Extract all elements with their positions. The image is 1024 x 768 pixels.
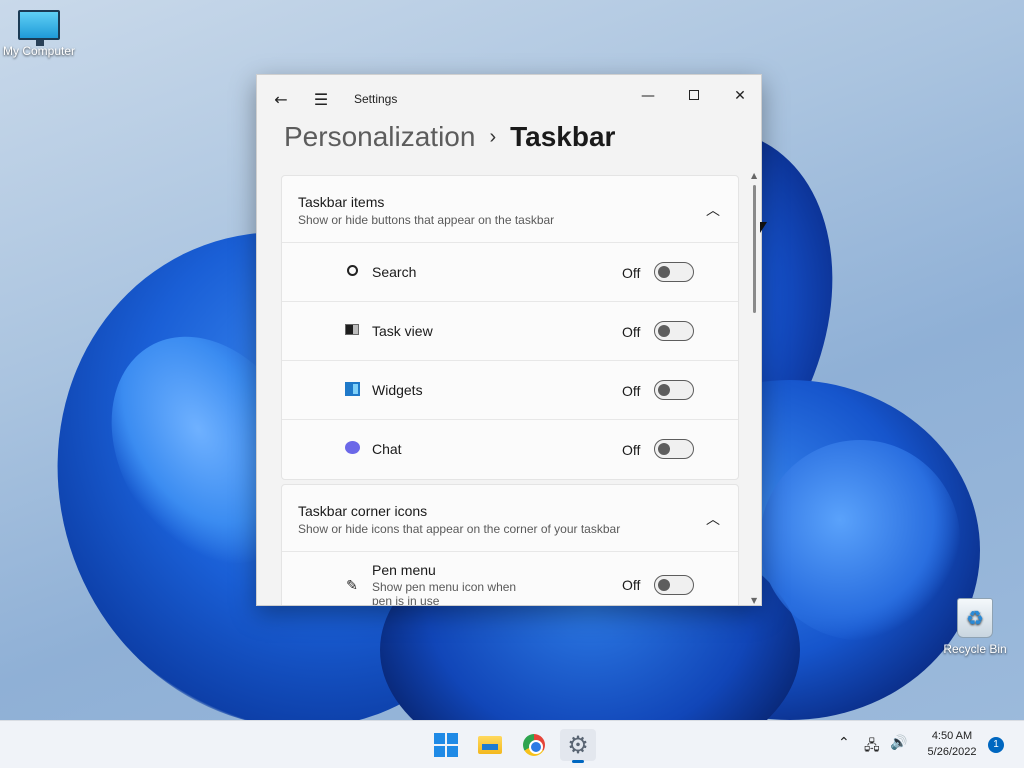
monitor-icon (18, 10, 60, 46)
breadcrumb: Personalization › Taskbar (284, 121, 615, 153)
chat-icon (344, 441, 360, 457)
chat-toggle[interactable] (654, 439, 694, 459)
maximize-icon (689, 90, 699, 100)
setting-description: Show pen menu icon when pen is in use (372, 580, 517, 606)
chevron-up-icon[interactable]: ︿ (706, 200, 720, 220)
page-title: Taskbar (510, 121, 616, 152)
section-taskbar-items: Taskbar items Show or hide buttons that … (281, 175, 739, 480)
desktop-icon-my-computer[interactable]: My Computer (0, 10, 81, 58)
chrome-icon (523, 734, 545, 756)
scrollbar-thumb[interactable] (753, 185, 756, 313)
scrollbar[interactable]: ▲ ▼ (749, 171, 761, 605)
settings-taskbar-button[interactable]: ⚙ (560, 729, 596, 763)
start-icon (434, 733, 458, 757)
setting-row-task-view: Task view Off (282, 302, 738, 361)
nav-menu-button[interactable]: ☰ (309, 89, 333, 111)
close-icon: ✕ (734, 88, 746, 104)
pen-icon: ✎ (346, 578, 358, 594)
setting-label: Chat (372, 441, 402, 457)
setting-row-pen-menu: ✎ Pen menu Show pen menu icon when pen i… (282, 552, 738, 606)
task-view-icon (344, 323, 360, 339)
widgets-toggle[interactable] (654, 380, 694, 400)
network-icon[interactable]: 🖧 (864, 735, 880, 759)
mouse-cursor-icon (760, 222, 767, 233)
taskbar: ⚙ ⌃ 🖧 🔊 4:50 AM 5/26/2022 1 (0, 720, 1024, 768)
hamburger-icon: ☰ (313, 90, 329, 109)
setting-label: Pen menu (372, 562, 436, 578)
minimize-icon: — (641, 88, 655, 104)
close-button[interactable]: ✕ (717, 81, 761, 111)
search-icon (344, 264, 360, 280)
toggle-state: Off (622, 383, 641, 399)
minimize-button[interactable]: — (625, 81, 671, 111)
settings-icon: ⚙ (567, 731, 589, 759)
clock-date: 5/26/2022 (927, 746, 977, 758)
section-title: Taskbar corner icons (298, 503, 428, 519)
clock-time: 4:50 AM (931, 730, 973, 742)
file-explorer-button[interactable] (472, 729, 508, 761)
settings-window: ← ☰ Settings — ✕ Personalization › Taskb… (256, 74, 762, 606)
toggle-state: Off (622, 324, 641, 340)
chevron-up-icon[interactable]: ︿ (706, 509, 720, 529)
breadcrumb-parent[interactable]: Personalization (284, 121, 475, 153)
maximize-button[interactable] (671, 81, 717, 111)
scroll-down-icon[interactable]: ▼ (751, 596, 757, 605)
section-header[interactable]: Taskbar corner icons Show or hide icons … (282, 485, 738, 552)
taskbar-clock[interactable]: 4:50 AM 5/26/2022 (918, 728, 986, 760)
desktop-icon-label: My Computer (2, 44, 76, 58)
pen-menu-toggle[interactable] (654, 575, 694, 595)
setting-row-widgets: Widgets Off (282, 361, 738, 420)
section-subtitle: Show or hide icons that appear on the co… (298, 522, 621, 536)
settings-content: Taskbar items Show or hide buttons that … (281, 175, 739, 606)
back-button[interactable]: ← (269, 89, 293, 111)
scroll-up-icon[interactable]: ▲ (751, 171, 757, 180)
search-toggle[interactable] (654, 262, 694, 282)
section-taskbar-corner-icons: Taskbar corner icons Show or hide icons … (281, 484, 739, 606)
arrow-left-icon: ← (274, 90, 288, 109)
setting-row-chat: Chat Off (282, 420, 738, 479)
section-subtitle: Show or hide buttons that appear on the … (298, 213, 555, 227)
widgets-icon (344, 382, 360, 398)
title-bar: ← ☰ Settings — ✕ (257, 75, 761, 125)
toggle-state: Off (622, 577, 641, 593)
toggle-state: Off (622, 265, 641, 281)
volume-icon[interactable]: 🔊 (890, 735, 907, 751)
setting-label: Task view (372, 323, 433, 339)
recycle-bin-icon: ♻ (957, 598, 993, 638)
setting-label: Widgets (372, 382, 423, 398)
notification-badge[interactable]: 1 (988, 737, 1004, 753)
chevron-right-icon: › (489, 125, 497, 148)
task-view-toggle[interactable] (654, 321, 694, 341)
setting-label: Search (372, 264, 417, 280)
setting-row-search: Search Off (282, 243, 738, 302)
show-hidden-icons-chevron-icon[interactable]: ⌃ (838, 735, 850, 751)
start-button[interactable] (428, 729, 464, 761)
chrome-button[interactable] (516, 729, 552, 761)
desktop-icon-label: Recycle Bin (943, 642, 1007, 656)
window-title: Settings (354, 92, 398, 106)
desktop-icon-recycle-bin[interactable]: ♻ Recycle Bin (933, 598, 1017, 656)
section-title: Taskbar items (298, 194, 385, 210)
toggle-state: Off (622, 442, 641, 458)
file-explorer-icon (478, 736, 502, 754)
section-header[interactable]: Taskbar items Show or hide buttons that … (282, 176, 738, 243)
